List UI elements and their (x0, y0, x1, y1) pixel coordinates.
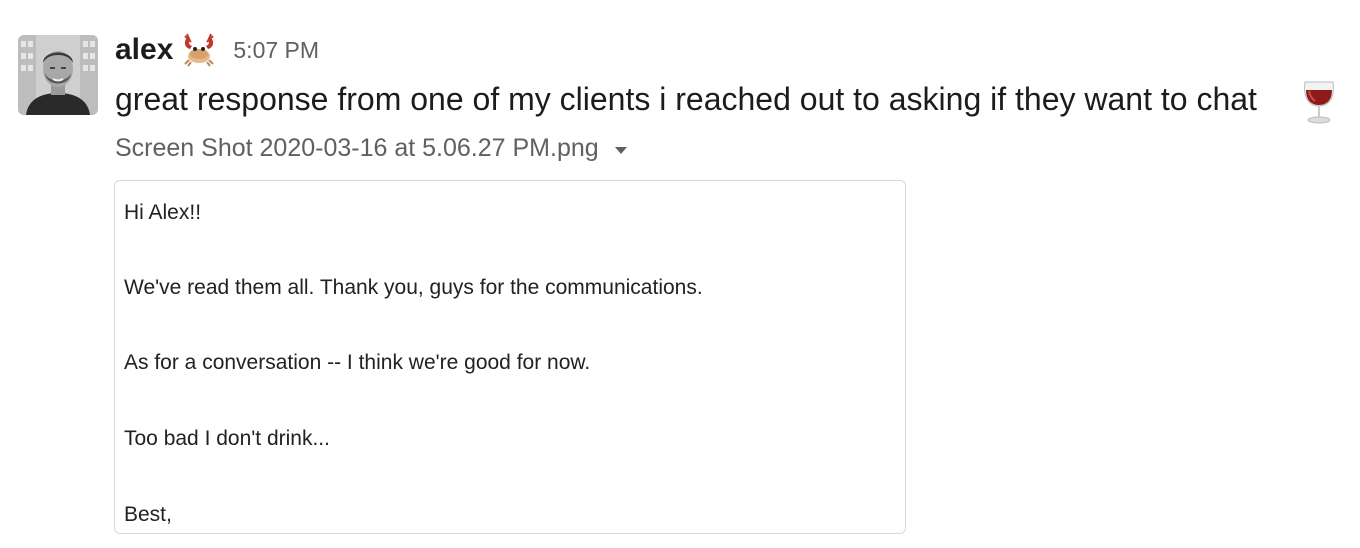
avatar[interactable] (18, 35, 98, 115)
email-greeting: Hi Alex!! (124, 201, 202, 224)
message-timestamp[interactable]: 5:07 PM (233, 37, 319, 64)
attachment-file-row[interactable]: Screen Shot 2020-03-16 at 5.06.27 PM.png (115, 130, 627, 166)
email-line-thanks: We've read them all. Thank you, guys for… (124, 276, 703, 299)
wine-glass-emoji-icon[interactable] (1297, 78, 1341, 124)
message-text: great response from one of my clients i … (115, 81, 1257, 117)
email-line-drink: Too bad I don't drink... (124, 427, 330, 450)
message: alex 5:07 PM great response from one of … (0, 0, 1360, 548)
caret-down-icon[interactable] (614, 146, 627, 154)
crab-emoji-icon[interactable] (181, 32, 217, 68)
message-header: alex 5:07 PM (115, 30, 319, 70)
author-name[interactable]: alex (115, 33, 173, 67)
attachment-image-preview[interactable]: Hi Alex!! We've read them all. Thank you… (114, 180, 906, 534)
avatar-photo (18, 35, 98, 115)
attachment-file-name[interactable]: Screen Shot 2020-03-16 at 5.06.27 PM.png (115, 134, 599, 163)
email-signoff: Best, (124, 503, 172, 526)
email-line-conversation: As for a conversation -- I think we're g… (124, 351, 591, 374)
